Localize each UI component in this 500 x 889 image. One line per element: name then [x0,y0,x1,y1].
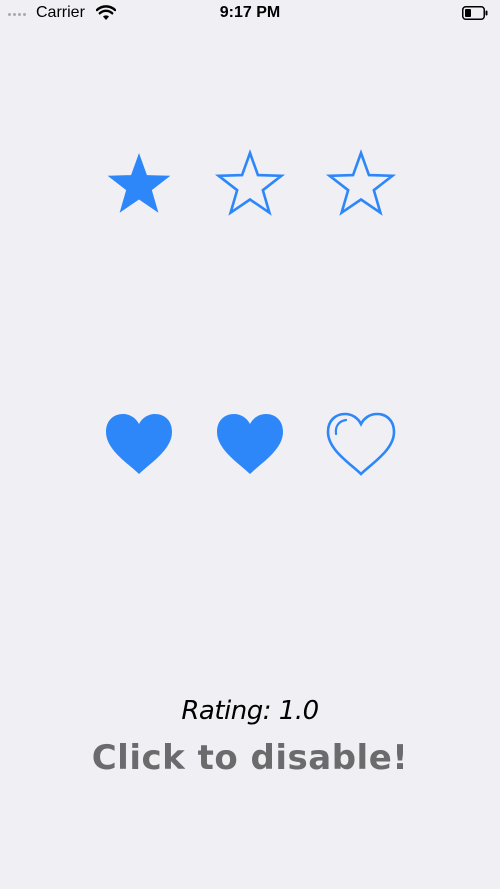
heart-shape [326,412,396,476]
battery-icon [462,6,488,20]
star-icon-3[interactable] [321,146,401,226]
status-bar: Carrier 9:17 PM [0,0,500,28]
heart-icon-2[interactable] [210,404,290,484]
star-shape [325,149,397,216]
status-time: 9:17 PM [219,4,281,21]
heart-icon-1[interactable] [99,404,179,484]
rating-label: Rating: 1.0 [181,696,319,726]
star-icon-2[interactable] [210,146,290,226]
star-rating-control [0,146,500,226]
star-shape [214,149,286,216]
disable-button[interactable]: Click to disable! [0,738,500,778]
star-icon-1[interactable] [99,146,179,226]
heart-shape [106,414,172,474]
star-shape [107,153,171,213]
heart-rating-control [0,404,500,484]
heart-shape [217,414,283,474]
heart-icon-3[interactable] [321,404,401,484]
